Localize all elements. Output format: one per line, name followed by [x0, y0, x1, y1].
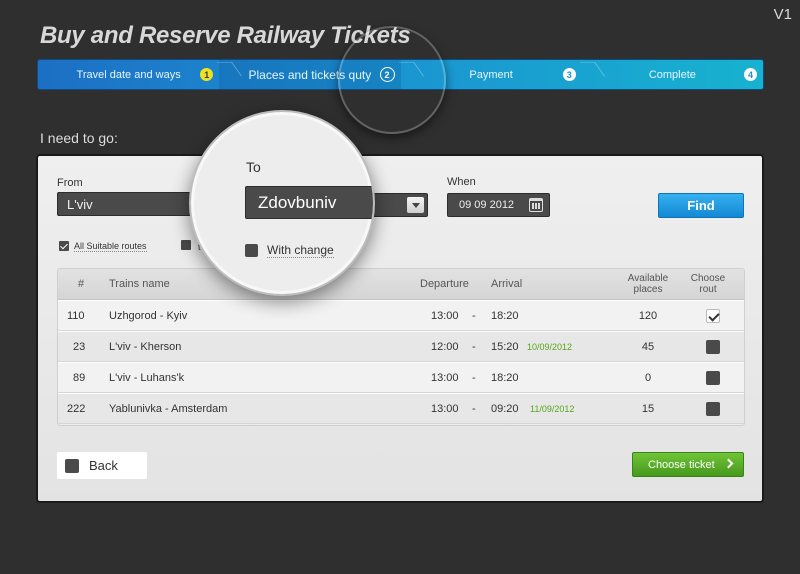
col-departure: Departure: [420, 278, 469, 290]
row-name: Uzhgorod - Kyiv: [109, 309, 188, 322]
row-num: 222: [67, 402, 86, 415]
step-label: Payment: [469, 68, 513, 81]
progress-steps: Travel date and ways 1 Places and ticket…: [37, 59, 764, 90]
row-arr-date: 10/09/2012: [527, 341, 573, 352]
row-dep: 13:00: [431, 371, 459, 384]
from-label: From: [57, 177, 83, 189]
table-header: # Trains name Departure Arrival Availabl…: [58, 269, 744, 300]
row-checkbox[interactable]: [706, 309, 720, 323]
step-number: 1: [200, 68, 214, 81]
all-routes-checkbox[interactable]: [59, 241, 69, 251]
magnifier-lens: To Zdovbuniv With change: [189, 110, 375, 296]
col-num: #: [78, 278, 85, 290]
row-num: 89: [73, 371, 86, 384]
row-arr: 09:20: [491, 402, 519, 415]
row-dep: 12:00: [431, 340, 459, 353]
with-change-checkbox[interactable]: [245, 244, 258, 257]
with-change-label: With change: [267, 243, 334, 258]
date-value: 09 09 2012: [459, 199, 515, 211]
table-row[interactable]: 222 Yablunivka - Amsterdam 13:00 - 09:20…: [58, 393, 744, 424]
trains-table: # Trains name Departure Arrival Availabl…: [57, 268, 745, 426]
row-sep: -: [472, 402, 476, 415]
table-row[interactable]: 110 Uzhgorod - Kyiv 13:00 - 18:20 120: [58, 300, 744, 331]
when-label: When: [447, 176, 476, 188]
row-places: 120: [638, 309, 658, 322]
step-label: Complete: [648, 68, 696, 81]
step-places[interactable]: Places and tickets quty 2: [219, 60, 401, 89]
choose-ticket-label: Choose ticket: [648, 458, 715, 471]
step-label: Places and tickets quty: [248, 67, 372, 82]
all-routes-label: All Suitable routes: [74, 241, 147, 252]
row-checkbox[interactable]: [706, 340, 720, 354]
version-label: V1: [773, 6, 792, 23]
row-dep: 13:00: [431, 309, 459, 322]
back-label: Back: [89, 458, 118, 473]
date-field[interactable]: 09 09 2012: [447, 193, 550, 217]
row-checkbox[interactable]: [706, 402, 720, 416]
step-travel-date[interactable]: Travel date and ways 1: [38, 60, 219, 89]
to-value: Zdovbuniv: [258, 192, 337, 212]
back-button[interactable]: Back: [57, 452, 147, 479]
with-change-checkbox-small[interactable]: [181, 240, 191, 250]
chevron-down-icon[interactable]: [407, 197, 424, 213]
col-choose: Choose rout: [690, 273, 726, 295]
to-label: To: [246, 159, 261, 175]
row-arr: 18:20: [491, 371, 519, 384]
table-row[interactable]: 89 L'viv - Luhans'k 13:00 - 18:20 0: [58, 362, 744, 393]
step-label: Travel date and ways: [76, 68, 181, 81]
row-sep: -: [472, 340, 476, 353]
row-places: 15: [641, 402, 655, 415]
row-sep: -: [472, 371, 476, 384]
find-button[interactable]: Find: [658, 193, 744, 218]
row-arr-date: 11/09/2012: [530, 403, 575, 414]
row-arr: 15:20: [491, 340, 519, 353]
step-number: 3: [562, 68, 576, 81]
step-number: 4: [744, 68, 757, 81]
step-payment[interactable]: Payment 3: [401, 60, 582, 89]
to-select[interactable]: Zdovbuniv: [245, 186, 373, 219]
row-arr: 18:20: [491, 309, 519, 322]
row-name: Yablunivka - Amsterdam: [109, 402, 228, 415]
row-places: 45: [641, 340, 655, 353]
section-prompt: I need to go:: [40, 130, 118, 146]
row-num: 23: [73, 340, 86, 353]
row-name: L'viv - Kherson: [109, 340, 182, 353]
choose-ticket-button[interactable]: Choose ticket: [632, 452, 744, 477]
row-checkbox[interactable]: [706, 371, 720, 385]
page-title: Buy and Reserve Railway Tickets: [40, 22, 411, 49]
from-value: L'viv: [67, 196, 93, 212]
table-body: 110 Uzhgorod - Kyiv 13:00 - 18:20 120 23…: [58, 300, 744, 424]
row-num: 110: [67, 309, 85, 322]
chevron-right-icon: [723, 458, 734, 469]
search-panel: From L'viv When 09 09 2012 Find All Suit…: [36, 110, 764, 503]
row-sep: -: [472, 309, 476, 322]
table-row[interactable]: 23 L'viv - Kherson 12:00 - 15:20 10/09/2…: [58, 331, 744, 362]
back-icon: [65, 458, 79, 473]
col-places: Available places: [627, 273, 669, 295]
col-name: Trains name: [109, 278, 170, 290]
row-name: L'viv - Luhans'k: [109, 371, 185, 384]
col-arrival: Arrival: [491, 278, 523, 290]
row-places: 0: [644, 371, 652, 384]
step-complete[interactable]: Complete 4: [582, 60, 763, 89]
calendar-icon[interactable]: [529, 198, 543, 212]
step-number: 2: [379, 67, 395, 82]
row-dep: 13:00: [431, 402, 459, 415]
